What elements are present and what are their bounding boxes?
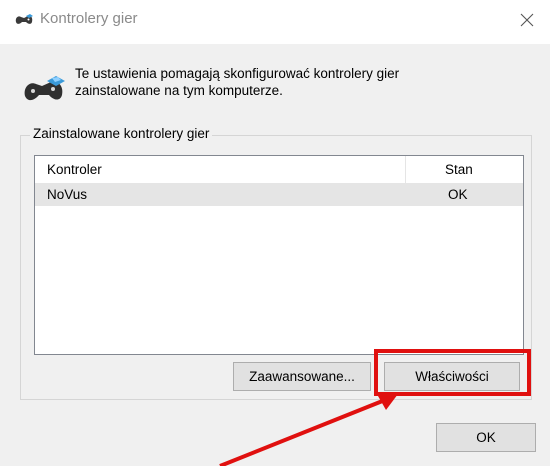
column-divider[interactable] (405, 156, 406, 183)
window-title: Kontrolery gier (40, 10, 138, 27)
ok-button[interactable]: OK (436, 423, 536, 452)
controller-status: OK (448, 187, 468, 202)
advanced-button[interactable]: Zaawansowane... (233, 362, 371, 391)
column-header-status[interactable]: Stan (445, 162, 473, 177)
table-row[interactable]: NoVus OK (35, 184, 523, 206)
gamepad-icon (24, 76, 65, 101)
close-icon (520, 13, 534, 27)
controllers-list[interactable]: Kontroler Stan NoVus OK (34, 155, 524, 355)
list-header: Kontroler Stan (35, 156, 523, 184)
controller-name: NoVus (47, 187, 88, 202)
gamepad-icon (15, 14, 33, 24)
properties-button[interactable]: Właściwości (384, 362, 520, 391)
column-header-controller[interactable]: Kontroler (47, 162, 102, 177)
group-legend: Zainstalowane kontrolery gier (30, 126, 213, 141)
intro-text-line1: Te ustawienia pomagają skonfigurować kon… (75, 66, 400, 81)
title-bar: Kontrolery gier (0, 0, 550, 44)
intro-description: Te ustawienia pomagają skonfigurować kon… (75, 65, 505, 99)
intro-text-line2: zainstalowane na tym komputerze. (75, 83, 283, 98)
close-button[interactable] (504, 0, 550, 40)
dialog-body: Te ustawienia pomagają skonfigurować kon… (0, 44, 550, 466)
